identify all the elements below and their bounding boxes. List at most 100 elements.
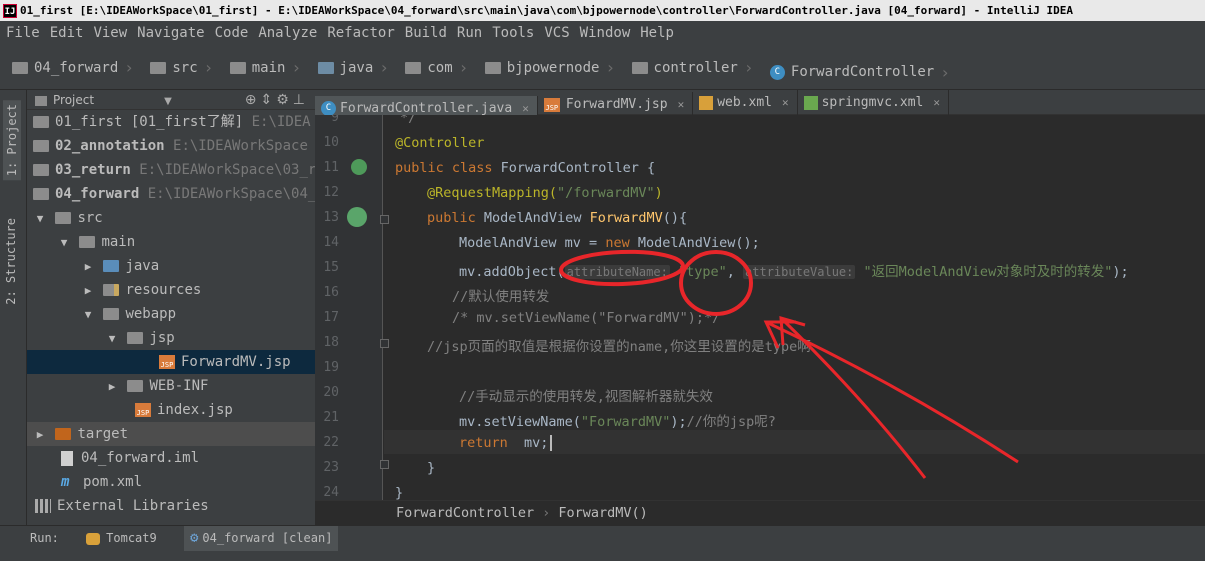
tree-item-web-inf[interactable]: ▶ WEB-INF [27, 374, 315, 398]
menu-file[interactable]: File [0, 21, 44, 45]
collapsed-arrow-icon[interactable]: ▶ [105, 375, 119, 399]
status-strip [0, 551, 1205, 561]
menu-tools[interactable]: Tools [486, 21, 538, 45]
editor-crumb-class[interactable]: ForwardController [396, 505, 534, 521]
menu-view[interactable]: View [87, 21, 131, 45]
code-line-16: //默认使用转发 [452, 285, 549, 305]
nav-crumb-src[interactable]: src › [150, 58, 219, 77]
folder-icon [79, 236, 96, 248]
nav-crumb-com[interactable]: com › [405, 58, 474, 77]
collapsed-arrow-icon[interactable]: ▶ [81, 255, 95, 279]
gear-icon[interactable]: ⚙ [276, 92, 293, 108]
tree-item-label: 01_first [55, 114, 123, 130]
folder-icon [55, 212, 72, 224]
nav-crumb-main[interactable]: main › [229, 58, 307, 77]
expanded-arrow-icon[interactable]: ▼ [81, 303, 95, 327]
tree-item-01-first[interactable]: 01_first [01_first了解] E:\IDEA [27, 110, 315, 134]
tree-item-webapp[interactable]: ▼ webapp [27, 302, 315, 326]
close-icon[interactable]: ✕ [522, 102, 529, 115]
spring-mapping-gutter-icon[interactable] [347, 207, 367, 227]
menu-analyze[interactable]: Analyze [252, 21, 321, 45]
collapsed-arrow-icon[interactable]: ▶ [81, 279, 95, 303]
tab-forwardmv-jsp[interactable]: JSP ForwardMV.jsp ✕ [538, 92, 694, 117]
parameter-hint: attributeValue: [743, 265, 856, 279]
menu-code[interactable]: Code [209, 21, 253, 45]
structure-tool-tab[interactable]: 2: Structure [4, 218, 18, 305]
tree-item-target[interactable]: ▶ target [27, 422, 315, 446]
project-tool-tab[interactable]: 1: Project [3, 100, 21, 181]
tree-item-label: 04_forward [55, 186, 140, 202]
expanded-arrow-icon[interactable]: ▼ [105, 327, 119, 351]
line-number: 10 [323, 135, 339, 150]
spring-bean-gutter-icon[interactable] [351, 159, 367, 175]
tree-item-label: webapp [125, 306, 177, 322]
tree-item-src[interactable]: ▼ src [27, 206, 315, 230]
project-panel-header: Project ▼ ⊕⇕⚙⊥ [27, 90, 315, 110]
collapse-icon[interactable]: ⇕ [261, 92, 277, 108]
tree-item-pom[interactable]: m pom.xml [27, 470, 315, 494]
tree-item-java[interactable]: ▶ java [27, 254, 315, 278]
module-icon [33, 116, 49, 128]
code-editor[interactable]: 9 10 11 12 13 14 15 16 17 18 19 20 21 22… [315, 115, 1205, 500]
window-title-bar: IJ 01_first [E:\IDEAWorkSpace\01_first] -… [0, 0, 1205, 21]
menu-navigate[interactable]: Navigate [131, 21, 208, 45]
run-tab-maven-clean[interactable]: ⚙ 04_forward [clean] [183, 526, 339, 551]
chevron-right-icon: › [458, 58, 469, 77]
code-token: ModelAndView(); [629, 235, 760, 251]
target-icon[interactable]: ⊕ [245, 92, 261, 108]
tree-item-path: E:\IDEAWorkSpace\03_r [139, 162, 315, 178]
menu-build[interactable]: Build [399, 21, 451, 45]
tab-label: ForwardMV.jsp [565, 97, 668, 112]
jsp-file-icon: JSP [159, 355, 175, 369]
nav-crumb-project[interactable]: 04_forward › [12, 58, 140, 77]
collapsed-arrow-icon[interactable]: ▶ [33, 423, 47, 447]
project-tree: 01_first [01_first了解] E:\IDEA 02_annotat… [27, 110, 315, 518]
module-icon [33, 164, 49, 176]
tree-item-external-libraries[interactable]: External Libraries [27, 494, 315, 518]
nav-crumb-controller[interactable]: controller › [631, 58, 760, 77]
tree-item-label: target [77, 426, 129, 442]
module-icon [33, 140, 49, 152]
tree-item-03-return[interactable]: 03_return E:\IDEAWorkSpace\03_r [27, 158, 315, 182]
expanded-arrow-icon[interactable]: ▼ [57, 231, 71, 255]
menu-window[interactable]: Window [574, 21, 635, 45]
menu-vcs[interactable]: VCS [538, 21, 573, 45]
nav-crumb-label: com [427, 59, 453, 76]
editor-crumb-method[interactable]: ForwardMV() [558, 505, 647, 521]
tree-item-resources[interactable]: ▶ resources [27, 278, 315, 302]
package-icon [405, 61, 422, 74]
menu-edit[interactable]: Edit [44, 21, 88, 45]
tree-item-label: java [125, 258, 160, 274]
tree-item-iml[interactable]: 04_forward.iml [27, 446, 315, 470]
tree-item-forwardmv-jsp[interactable]: JSP ForwardMV.jsp [27, 350, 315, 374]
run-tab-tomcat[interactable]: Tomcat9 [80, 526, 163, 551]
tree-item-path: E:\IDEA [251, 114, 311, 130]
chevron-right-icon: › [124, 58, 134, 77]
tab-web-xml[interactable]: web.xml ✕ [693, 90, 798, 115]
project-panel-title[interactable]: Project [53, 93, 94, 107]
menu-bar: File Edit View Navigate Code Analyze Refactor B… [0, 21, 1205, 45]
code-line-13: public ModelAndView ForwardMV(){ [427, 210, 687, 226]
menu-refactor[interactable]: Refactor [321, 21, 398, 45]
hide-icon[interactable]: ⊥ [293, 92, 309, 108]
tree-item-04-forward[interactable]: 04_forward E:\IDEAWorkSpace\04_f [27, 182, 315, 206]
tab-label: ForwardController.java [340, 100, 513, 116]
code-token: public [427, 210, 476, 226]
tree-item-jsp[interactable]: ▼ jsp [27, 326, 315, 350]
nav-crumb-bjpowernode[interactable]: bjpowernode › [484, 58, 621, 77]
expanded-arrow-icon[interactable]: ▼ [33, 207, 47, 231]
nav-crumb-class[interactable]: C ForwardController › [769, 63, 956, 82]
close-icon[interactable]: ✕ [678, 98, 685, 111]
tree-item-main[interactable]: ▼ main [27, 230, 315, 254]
close-icon[interactable]: ✕ [933, 96, 940, 109]
tab-springmvc-xml[interactable]: springmvc.xml ✕ [798, 90, 949, 115]
dropdown-arrow-icon[interactable]: ▼ [164, 96, 172, 107]
tab-label: springmvc.xml [821, 95, 924, 110]
nav-crumb-java[interactable]: java › [317, 58, 395, 77]
menu-run[interactable]: Run [451, 21, 486, 45]
close-icon[interactable]: ✕ [782, 96, 789, 109]
tree-item-index-jsp[interactable]: JSP index.jsp [27, 398, 315, 422]
code-line-22: return mv; [459, 435, 561, 451]
tree-item-02-annotation[interactable]: 02_annotation E:\IDEAWorkSpace [27, 134, 315, 158]
menu-help[interactable]: Help [634, 21, 678, 45]
